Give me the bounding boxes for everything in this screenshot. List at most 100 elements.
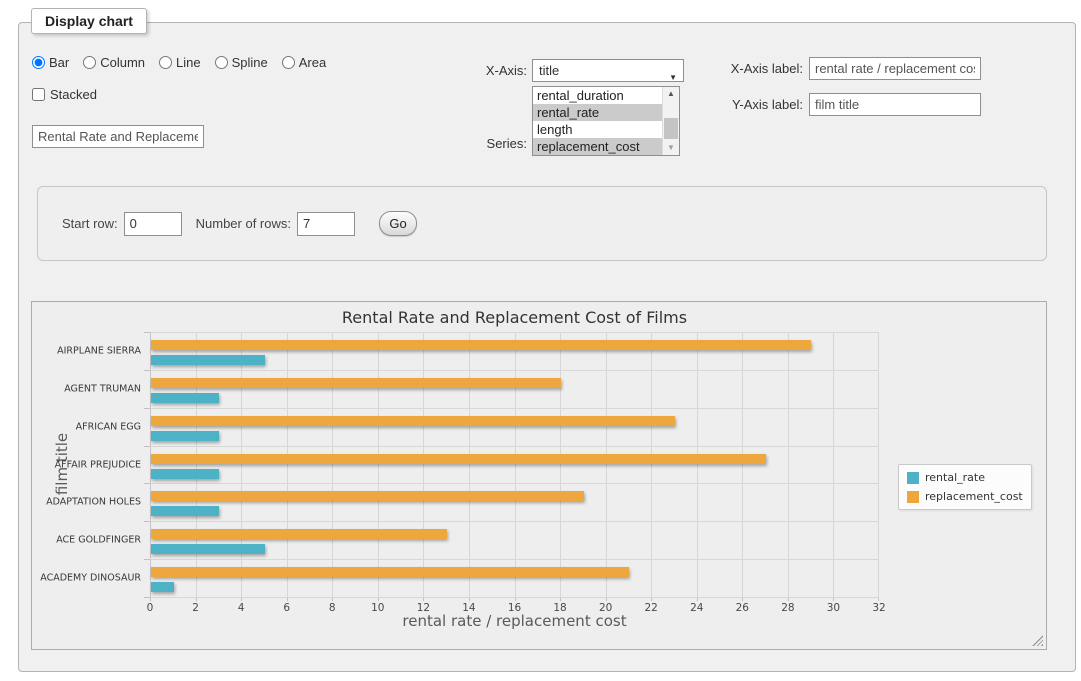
category-label: AIRPLANE SIERRA bbox=[57, 345, 141, 356]
bar-rental_rate[interactable] bbox=[151, 544, 265, 554]
category-label: AFFAIR PREJUDICE bbox=[55, 459, 141, 470]
gridline bbox=[788, 332, 789, 597]
bar-rental_rate[interactable] bbox=[151, 582, 174, 592]
category-label: ACADEMY DINOSAUR bbox=[40, 573, 141, 584]
series-option-rental_rate[interactable]: rental_rate bbox=[533, 104, 662, 121]
number-of-rows-label: Number of rows: bbox=[196, 216, 291, 231]
category-label: AGENT TRUMAN bbox=[64, 383, 141, 394]
chart-type-label: Column bbox=[100, 55, 145, 70]
series-options: rental_durationrental_ratelengthreplacem… bbox=[533, 87, 662, 155]
start-row-label: Start row: bbox=[62, 216, 118, 231]
category-tick-mark bbox=[144, 370, 150, 371]
chart-type-radio-area[interactable] bbox=[282, 56, 295, 69]
bar-replacement_cost[interactable] bbox=[151, 529, 447, 539]
y-axis-label-input[interactable] bbox=[809, 93, 981, 116]
series-option-rental_duration[interactable]: rental_duration bbox=[533, 87, 662, 104]
bar-rental_rate[interactable] bbox=[151, 431, 219, 441]
gridline bbox=[742, 332, 743, 597]
chart-type-option-line: Line bbox=[159, 55, 201, 70]
category-tick-mark bbox=[144, 408, 150, 409]
plot-area: 02468101214161820222426283032AIRPLANE SI… bbox=[150, 332, 879, 597]
chart-type-radio-bar[interactable] bbox=[32, 56, 45, 69]
gridline bbox=[606, 332, 607, 597]
category-separator bbox=[150, 597, 879, 598]
chart-type-label: Spline bbox=[232, 55, 268, 70]
gridline bbox=[378, 332, 379, 597]
series-option-replacement_cost[interactable]: replacement_cost bbox=[533, 138, 662, 155]
chart-legend: rental_rate replacement_cost bbox=[898, 464, 1032, 510]
legend-label: rental_rate bbox=[925, 471, 985, 484]
y-axis-label-label: Y-Axis label: bbox=[728, 97, 803, 112]
gridline bbox=[241, 332, 242, 597]
scroll-down-icon[interactable]: ▼ bbox=[663, 141, 679, 155]
chart-type-label: Bar bbox=[49, 55, 69, 70]
gridline bbox=[878, 332, 879, 597]
category-separator bbox=[150, 559, 879, 560]
bar-replacement_cost[interactable] bbox=[151, 340, 811, 350]
number-of-rows-input[interactable] bbox=[297, 212, 355, 236]
series-option-length[interactable]: length bbox=[533, 121, 662, 138]
legend-swatch bbox=[907, 472, 919, 484]
resize-handle-icon[interactable] bbox=[1032, 635, 1043, 646]
series-select-label: Series: bbox=[467, 136, 527, 151]
scrollbar-thumb[interactable] bbox=[664, 118, 678, 140]
legend-label: replacement_cost bbox=[925, 490, 1023, 503]
chart-type-radio-spline[interactable] bbox=[215, 56, 228, 69]
category-separator bbox=[150, 370, 879, 371]
category-tick-mark bbox=[144, 559, 150, 560]
stacked-row: Stacked bbox=[32, 87, 97, 102]
category-separator bbox=[150, 483, 879, 484]
chart-type-radio-column[interactable] bbox=[83, 56, 96, 69]
bar-replacement_cost[interactable] bbox=[151, 491, 584, 501]
bar-replacement_cost[interactable] bbox=[151, 454, 766, 464]
y-axis-line bbox=[150, 332, 151, 597]
x-axis-select[interactable]: title ▼ bbox=[532, 59, 684, 82]
category-tick-mark bbox=[144, 483, 150, 484]
bar-replacement_cost[interactable] bbox=[151, 378, 561, 388]
bar-rental_rate[interactable] bbox=[151, 355, 265, 365]
category-separator bbox=[150, 408, 879, 409]
row-range-panel: Start row: Number of rows: Go bbox=[37, 186, 1047, 261]
chart-type-radio-line[interactable] bbox=[159, 56, 172, 69]
scroll-up-icon[interactable]: ▲ bbox=[663, 87, 679, 101]
category-tick-mark bbox=[144, 446, 150, 447]
legend-item-replacement_cost[interactable]: replacement_cost bbox=[907, 490, 1023, 503]
gridline bbox=[697, 332, 698, 597]
gridline bbox=[515, 332, 516, 597]
gridline bbox=[469, 332, 470, 597]
legend-item-rental_rate[interactable]: rental_rate bbox=[907, 471, 1023, 484]
panel-title: Display chart bbox=[31, 8, 147, 34]
bar-replacement_cost[interactable] bbox=[151, 567, 629, 577]
legend-swatch bbox=[907, 491, 919, 503]
bar-rental_rate[interactable] bbox=[151, 469, 219, 479]
series-multiselect[interactable]: rental_durationrental_ratelengthreplacem… bbox=[532, 86, 680, 156]
category-tick-mark bbox=[144, 521, 150, 522]
x-axis-label-row: X-Axis label: bbox=[728, 57, 981, 80]
x-axis-select-label: X-Axis: bbox=[467, 63, 527, 78]
chart-title-input[interactable] bbox=[32, 125, 204, 148]
chevron-down-icon: ▼ bbox=[669, 67, 677, 88]
bar-replacement_cost[interactable] bbox=[151, 416, 675, 426]
chart-type-label: Line bbox=[176, 55, 201, 70]
gridline bbox=[196, 332, 197, 597]
category-separator bbox=[150, 521, 879, 522]
chart-type-radio-group: Bar Column Line Spline Area bbox=[32, 55, 326, 70]
gridline bbox=[560, 332, 561, 597]
series-row: Series: rental_durationrental_ratelength… bbox=[467, 86, 680, 156]
stacked-checkbox[interactable] bbox=[32, 88, 45, 101]
series-scrollbar[interactable]: ▲ ▼ bbox=[662, 87, 679, 155]
bar-rental_rate[interactable] bbox=[151, 393, 219, 403]
gridline bbox=[651, 332, 652, 597]
display-chart-panel: Display chart BarColumnLineSplineArea St… bbox=[18, 22, 1076, 672]
start-row-input[interactable] bbox=[124, 212, 182, 236]
category-separator bbox=[150, 446, 879, 447]
chart-type-option-area: Area bbox=[282, 55, 326, 70]
bar-rental_rate[interactable] bbox=[151, 506, 219, 516]
go-button[interactable]: Go bbox=[379, 211, 417, 236]
chart-x-axis-title: rental rate / replacement cost bbox=[150, 612, 879, 630]
page: Display chart Bar Column Line Spline Area St… bbox=[0, 0, 1081, 681]
x-axis-label-input[interactable] bbox=[809, 57, 981, 80]
chart-container: Rental Rate and Replacement Cost of Film… bbox=[31, 301, 1047, 650]
chart-type-option-bar: Bar bbox=[32, 55, 69, 70]
x-axis-row: X-Axis: title ▼ bbox=[467, 59, 684, 82]
